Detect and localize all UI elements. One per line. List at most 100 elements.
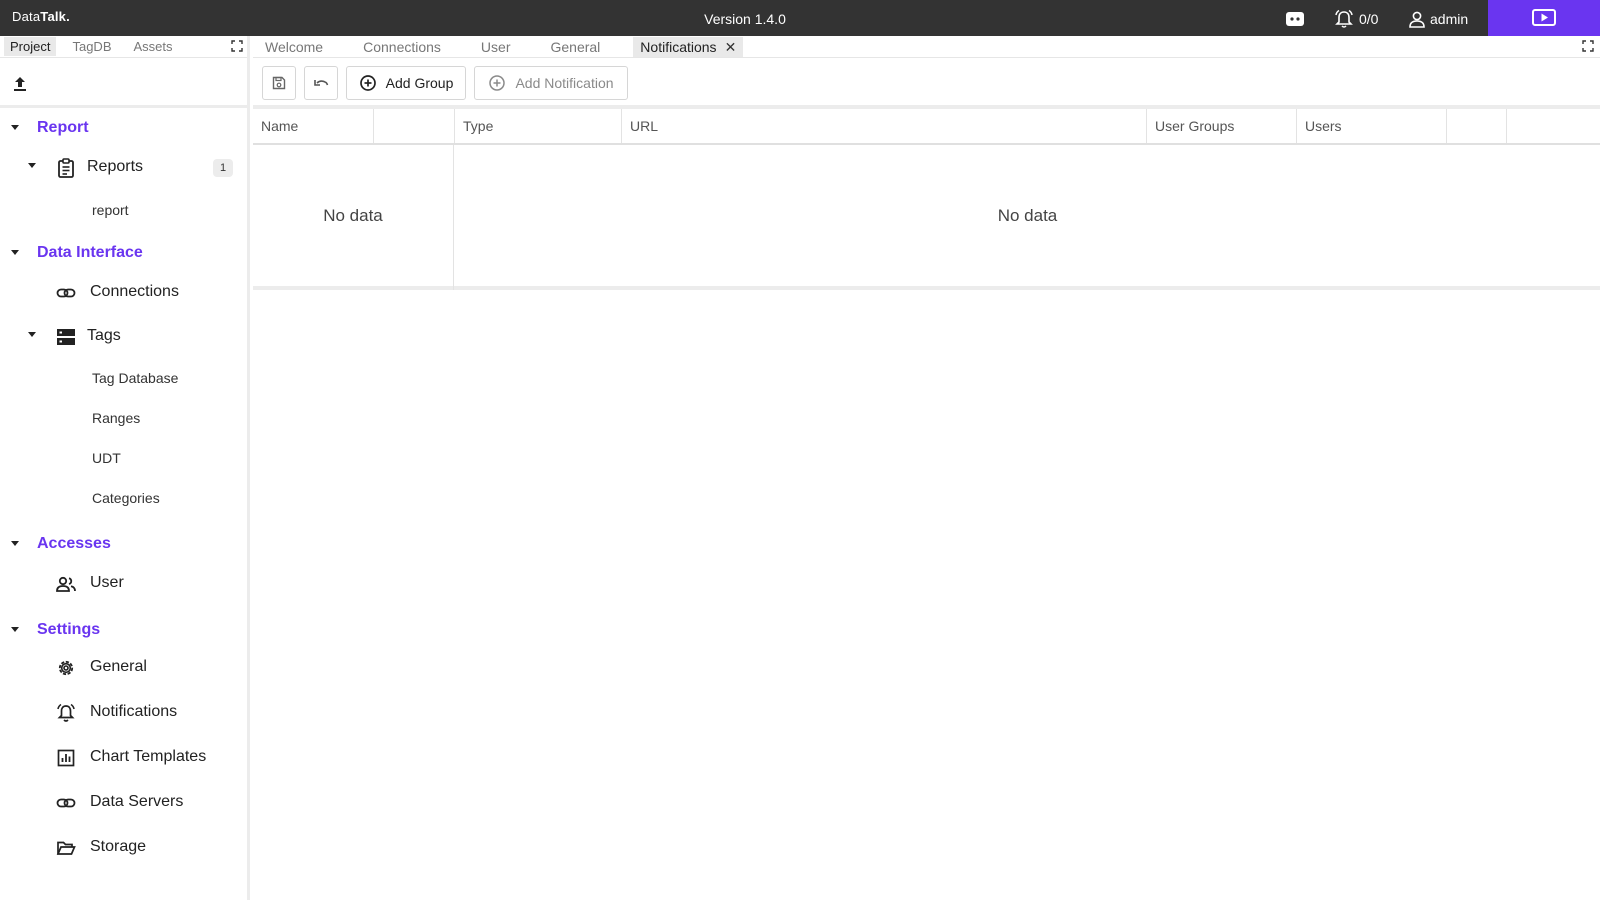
tree-item-tags[interactable]: Tags — [0, 322, 247, 352]
tree-item-user[interactable]: User — [0, 569, 247, 599]
no-data-label: No data — [997, 206, 1058, 225]
add-group-button[interactable]: Add Group — [346, 66, 466, 100]
alarm-bell-icon — [1335, 9, 1353, 28]
tree-item-connections-label: Connections — [90, 283, 179, 300]
close-icon[interactable]: ✕ — [725, 40, 737, 54]
column-header-name[interactable]: Name — [253, 109, 374, 143]
tree-leaf-report[interactable]: report — [92, 202, 129, 218]
tree-item-general[interactable]: General — [0, 653, 247, 683]
tab-project[interactable]: Project — [4, 37, 57, 56]
column-header-url[interactable]: URL — [622, 109, 1147, 143]
chat-button[interactable] — [1284, 8, 1306, 30]
present-button[interactable] — [1488, 0, 1600, 36]
link-icon — [56, 798, 76, 808]
tree-leaf-ranges[interactable]: Ranges — [92, 410, 140, 426]
notifications-toolbar: Add Group Add Notification — [253, 58, 1600, 109]
expand-icon[interactable] — [1582, 40, 1594, 52]
tree-item-notifications[interactable]: Notifications — [0, 698, 247, 728]
tab-connections-label: Connections — [363, 38, 441, 55]
project-panel: Project TagDB Assets Report Reports 1 re… — [0, 36, 250, 900]
left-tab-bar: Project TagDB Assets — [0, 36, 247, 58]
column-header-user-groups[interactable]: User Groups — [1147, 109, 1297, 143]
notifications-grid: Name Type URL User Groups Users No data … — [253, 109, 1600, 290]
add-notification-label: Add Notification — [515, 75, 614, 91]
top-bar: DataTalk. Version 1.4.0 0/0 admin — [0, 0, 1600, 36]
clipboard-icon — [58, 158, 74, 178]
collapse-caret-icon[interactable] — [11, 250, 19, 255]
tab-assets[interactable]: Assets — [128, 37, 179, 56]
section-report-label: Report — [37, 119, 89, 136]
user-menu[interactable]: admin — [1408, 8, 1468, 30]
gear-icon — [58, 660, 74, 676]
tab-welcome-label: Welcome — [265, 38, 324, 55]
tree-item-reports[interactable]: Reports 1 — [0, 153, 247, 183]
grid-body-main: No data — [455, 145, 1600, 290]
tab-welcome[interactable]: Welcome — [258, 37, 330, 57]
tree-item-data-servers-label: Data Servers — [90, 793, 184, 810]
tree-item-chart-templates[interactable]: Chart Templates — [0, 743, 247, 773]
tree-item-storage-label: Storage — [90, 838, 147, 855]
tree-item-reports-label: Reports — [87, 158, 144, 175]
expand-icon[interactable] — [231, 40, 243, 52]
bar-chart-icon — [57, 749, 75, 767]
collapse-caret-icon[interactable] — [11, 125, 19, 130]
alarm-bell-icon — [57, 703, 75, 722]
add-group-label: Add Group — [385, 75, 454, 91]
left-toolbar — [0, 58, 247, 108]
tree-item-user-label: User — [90, 574, 124, 591]
version-label: Version 1.4.0 — [704, 11, 786, 27]
collapse-caret-icon[interactable] — [11, 541, 19, 546]
tab-general[interactable]: General — [543, 37, 607, 57]
column-header-blank[interactable] — [374, 109, 455, 143]
section-settings[interactable]: Settings — [0, 619, 247, 643]
section-report[interactable]: Report — [0, 117, 247, 141]
section-data-interface[interactable]: Data Interface — [0, 242, 247, 266]
tree-item-chart-templates-label: Chart Templates — [90, 748, 207, 765]
collapse-caret-icon[interactable] — [28, 332, 36, 337]
section-accesses[interactable]: Accesses — [0, 533, 247, 557]
user-name: admin — [1430, 11, 1469, 27]
tab-user-label: User — [480, 38, 511, 55]
save-icon — [272, 76, 286, 90]
collapse-caret-icon[interactable] — [28, 163, 36, 168]
tree-item-tags-label: Tags — [87, 327, 121, 344]
add-circle-icon — [489, 75, 506, 91]
present-icon — [1532, 9, 1556, 26]
tab-notifications[interactable]: Notifications ✕ — [633, 36, 744, 57]
tab-general-label: General — [550, 38, 601, 55]
tree-item-connections[interactable]: Connections — [0, 278, 247, 308]
grid-header: Name Type URL User Groups Users — [253, 109, 1600, 145]
add-notification-button[interactable]: Add Notification — [474, 66, 628, 100]
tree-leaf-udt[interactable]: UDT — [92, 450, 121, 466]
tab-user[interactable]: User — [474, 37, 518, 57]
save-button[interactable] — [262, 66, 296, 100]
column-header-extra-2[interactable] — [1507, 109, 1600, 143]
column-header-extra-1[interactable] — [1447, 109, 1507, 143]
grid-body-pinned: No data — [253, 145, 454, 290]
undo-icon — [314, 80, 329, 86]
section-data-interface-label: Data Interface — [37, 244, 143, 261]
reports-count-badge: 1 — [213, 159, 233, 177]
user-icon — [1409, 11, 1425, 28]
tab-connections[interactable]: Connections — [356, 37, 448, 57]
undo-button[interactable] — [304, 66, 338, 100]
tab-tagdb[interactable]: TagDB — [66, 37, 117, 56]
storage-icon — [57, 329, 75, 345]
tree-item-general-label: General — [90, 658, 147, 675]
alarm-button[interactable]: 0/0 — [1333, 8, 1378, 30]
column-header-type[interactable]: Type — [455, 109, 622, 143]
tree-leaf-tag-database[interactable]: Tag Database — [92, 370, 178, 386]
main-area: Welcome Connections User General Notific… — [253, 36, 1600, 900]
link-icon — [56, 288, 76, 298]
collapse-caret-icon[interactable] — [11, 627, 19, 632]
no-data-label: No data — [323, 206, 383, 225]
column-header-users[interactable]: Users — [1297, 109, 1447, 143]
tree-item-data-servers[interactable]: Data Servers — [0, 788, 247, 818]
tree-leaf-categories[interactable]: Categories — [92, 490, 160, 506]
main-tab-bar: Welcome Connections User General Notific… — [253, 36, 1600, 58]
alarm-count: 0/0 — [1359, 11, 1379, 27]
upload-icon[interactable] — [11, 75, 29, 93]
tree-item-notifications-label: Notifications — [90, 703, 178, 720]
tree-item-storage[interactable]: Storage — [0, 833, 247, 863]
section-accesses-label: Accesses — [37, 535, 111, 552]
